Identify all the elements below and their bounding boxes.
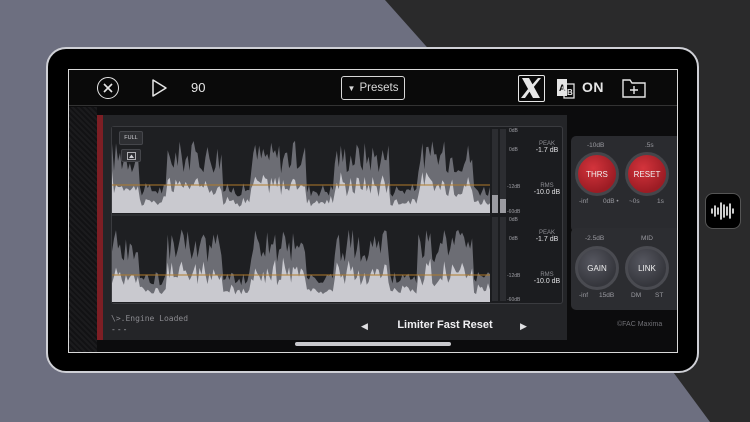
home-indicator[interactable]: [295, 342, 451, 346]
x-logo-button[interactable]: [518, 75, 545, 102]
link-label: LINK: [638, 263, 656, 273]
waveform-display[interactable]: 0dB 0dB -12dB -60dB 0dB 0dB -12dB -60dB …: [111, 126, 563, 304]
rms-readout-top: RMS -10.0 dB: [530, 183, 564, 196]
image-icon: [126, 151, 136, 160]
svg-text:B: B: [567, 88, 573, 97]
level-meter-top-right: [500, 129, 506, 213]
next-preset-button[interactable]: ▶: [520, 321, 527, 332]
reset-top-label: .5s: [645, 142, 654, 149]
link-max-label: ST: [655, 292, 664, 299]
scale-label: 0dB: [509, 217, 518, 223]
presets-button[interactable]: ▼ Presets: [341, 76, 405, 100]
play-icon: [152, 79, 167, 97]
gain-knob[interactable]: GAIN: [575, 246, 619, 290]
reset-max-label: 1s: [657, 198, 664, 205]
top-toolbar: 90 ▼ Presets A B ON: [69, 70, 677, 106]
peak-readout-bottom: PEAK -1.7 dB: [530, 230, 564, 243]
play-button[interactable]: [149, 78, 169, 98]
threshold-reset-panel: -10dB .5s THRS RESET -inf 0dB • ~0s 1s: [571, 136, 677, 232]
copyright-text: ©FAC Maxima: [617, 321, 663, 328]
current-preset-name: Limiter Fast Reset: [397, 319, 493, 331]
level-meter-bottom-right: [500, 217, 506, 301]
full-view-button[interactable]: FULL: [119, 131, 143, 145]
status-line: \>.Engine Loaded: [111, 314, 189, 323]
link-min-label: DM: [631, 292, 642, 299]
scale-label: -60dB: [507, 209, 521, 215]
level-meter-bottom-left: [492, 217, 498, 301]
gain-top-label: -2.5dB: [585, 235, 605, 242]
waveform-canvas: [112, 127, 490, 303]
link-knob[interactable]: LINK: [625, 246, 669, 290]
thrs-label: THRS: [586, 169, 608, 179]
app-icon[interactable]: [705, 193, 741, 229]
scale-label: -12dB: [507, 184, 521, 190]
peak-value: -1.7 dB: [535, 147, 559, 154]
gain-link-panel: -2.5dB MID GAIN LINK -inf 15dB DM ST: [571, 228, 677, 310]
rms-value: -10.0 dB: [533, 189, 561, 196]
presets-label: Presets: [359, 82, 399, 94]
thrs-max-label: 0dB •: [603, 198, 619, 205]
hatched-margin: [69, 107, 97, 352]
reset-label: RESET: [633, 169, 661, 179]
x-logo-icon: [521, 78, 541, 98]
thrs-top-label: -10dB: [587, 142, 605, 149]
rms-value: -10.0 dB: [533, 278, 561, 285]
scale-label: -60dB: [507, 297, 521, 303]
status-subline: ---: [111, 325, 129, 334]
scale-label: 0dB: [509, 236, 518, 242]
reset-min-label: ~0s: [629, 198, 640, 205]
ab-compare-button[interactable]: A B: [555, 76, 577, 100]
gain-min-label: -inf: [579, 292, 589, 299]
waveform-app-icon: [711, 202, 734, 220]
previous-preset-button[interactable]: ◀: [361, 321, 368, 332]
reset-knob[interactable]: RESET: [625, 152, 669, 196]
new-folder-button[interactable]: [622, 77, 646, 99]
peak-value: -1.7 dB: [535, 236, 559, 243]
app-screen: 90 ▼ Presets A B ON 0dB 0dB -12dB -60dB …: [68, 69, 678, 353]
gain-label: GAIN: [587, 263, 607, 273]
level-meter-top-left: [492, 129, 498, 213]
ab-compare-icon: A B: [557, 79, 575, 99]
close-button[interactable]: [97, 77, 119, 99]
peak-readout-top: PEAK -1.7 dB: [530, 141, 564, 154]
close-icon: [103, 83, 113, 93]
tempo-display[interactable]: 90: [191, 80, 205, 95]
scale-label: 0dB: [509, 147, 518, 153]
scale-label: -12dB: [507, 273, 521, 279]
thrs-min-label: -inf: [579, 198, 589, 205]
thrs-knob[interactable]: THRS: [575, 152, 619, 196]
compare-status[interactable]: ON: [582, 79, 604, 95]
link-top-label: MID: [641, 235, 653, 242]
gain-max-label: 15dB: [599, 292, 615, 299]
device-frame: 90 ▼ Presets A B ON 0dB 0dB -12dB -60dB …: [46, 47, 699, 373]
dropdown-arrow-icon: ▼: [347, 83, 356, 93]
scale-label: 0dB: [509, 128, 518, 134]
rms-readout-bottom: RMS -10.0 dB: [530, 272, 564, 285]
new-folder-icon: [622, 79, 646, 98]
snapshot-button[interactable]: [121, 149, 141, 162]
